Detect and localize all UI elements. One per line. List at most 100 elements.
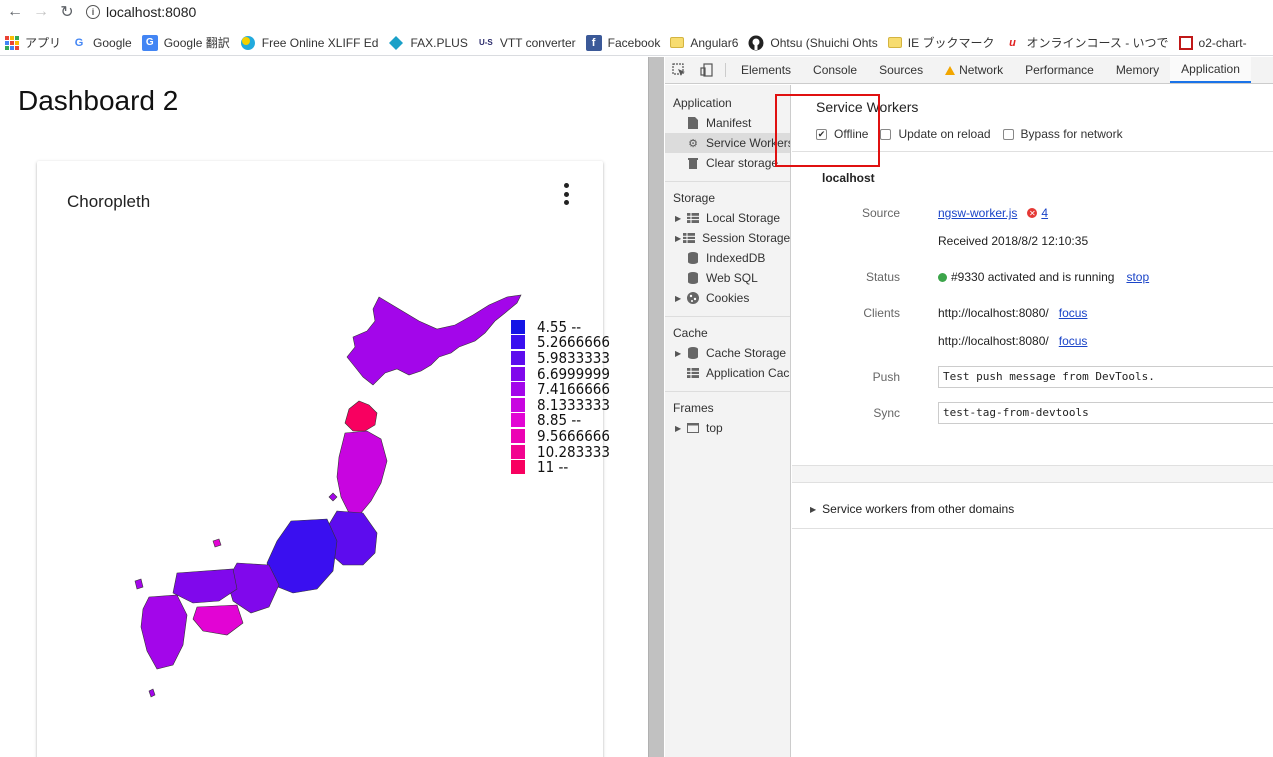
- error-icon: ✕: [1027, 208, 1038, 218]
- bookmark-fax-plus[interactable]: FAX.PLUS: [383, 32, 472, 54]
- chart-card: Choropleth 4.55 -- 5.2666666 5.9833333 6…: [37, 161, 610, 757]
- bookmark-label: アプリ: [25, 36, 62, 50]
- sidebar-item-manifest[interactable]: Manifest: [665, 113, 790, 133]
- region-okinawa: [148, 688, 156, 698]
- bookmarks-bar: アプリ G Google G Google 翻訳 Free Online XLI…: [0, 30, 1273, 56]
- sidebar-item-application-cache[interactable]: Application Cac: [665, 363, 790, 383]
- expand-triangle-icon[interactable]: ▶: [675, 294, 685, 303]
- sidebar-item-cache-storage[interactable]: ▶ Cache Storage: [665, 343, 790, 363]
- region-island: [328, 492, 338, 502]
- info-icon[interactable]: i: [86, 5, 100, 19]
- stop-link[interactable]: stop: [1126, 270, 1149, 284]
- expand-triangle-icon[interactable]: ▶: [675, 214, 685, 223]
- sidebar-item-label: Web SQL: [706, 271, 758, 285]
- forward-arrow-icon[interactable]: →: [30, 1, 52, 23]
- bookmark-label: VTT converter: [499, 35, 576, 50]
- client-url: http://localhost:8080/: [938, 306, 1049, 320]
- legend-item: 6.6999999: [511, 365, 610, 383]
- expand-triangle-icon[interactable]: ▶: [675, 349, 685, 358]
- sidebar-item-indexeddb[interactable]: IndexedDB: [665, 248, 790, 268]
- bookmark-facebook[interactable]: f Facebook: [581, 32, 666, 54]
- status-value: #9330 activated and is running stop: [938, 270, 1149, 284]
- device-toolbar-icon[interactable]: [693, 57, 721, 83]
- sidebar-item-cookies[interactable]: ▶ Cookies: [665, 288, 790, 308]
- bookmark-udemy[interactable]: u オンラインコース - いつで: [999, 32, 1173, 54]
- region-tohoku: [336, 430, 388, 514]
- sidebar-item-local-storage[interactable]: ▶ Local Storage: [665, 208, 790, 228]
- bookmark-google-translate[interactable]: G Google 翻訳: [137, 32, 235, 54]
- push-input[interactable]: Test push message from DevTools.: [938, 366, 1273, 388]
- bookmark-xliff[interactable]: Free Online XLIFF Ed: [235, 32, 384, 54]
- section-divider: [792, 465, 1273, 483]
- update-on-reload-checkbox[interactable]: Update on reload: [880, 127, 991, 141]
- bookmark-o2-chart[interactable]: o2-chart-: [1174, 32, 1252, 54]
- sidebar-section-cache: Cache: [673, 326, 708, 340]
- tab-console[interactable]: Console: [802, 57, 868, 83]
- legend-swatch: [511, 413, 525, 428]
- panel-splitter[interactable]: [648, 57, 664, 757]
- bookmark-apps[interactable]: アプリ: [0, 32, 66, 54]
- tab-application[interactable]: Application: [1170, 57, 1251, 83]
- tab-performance[interactable]: Performance: [1014, 57, 1105, 83]
- checkbox-icon[interactable]: [1002, 128, 1014, 140]
- url-text[interactable]: localhost:8080: [106, 4, 196, 20]
- udemy-icon: u: [1009, 36, 1016, 49]
- legend-swatch: [511, 428, 525, 443]
- sidebar-section-frames: Frames: [673, 401, 714, 415]
- expand-triangle-icon[interactable]: ▶: [675, 234, 681, 243]
- sidebar-item-top-frame[interactable]: ▶ top: [665, 418, 790, 438]
- bookmark-label: o2-chart-: [1198, 35, 1247, 50]
- checkbox-icon[interactable]: [880, 128, 892, 140]
- divider: [792, 528, 1273, 529]
- bookmark-label: Google: [93, 35, 132, 50]
- sidebar-item-label: Local Storage: [706, 211, 781, 225]
- bookmark-github[interactable]: Ohtsu (Shuichi Ohts: [743, 32, 882, 54]
- table-grid-icon: [687, 367, 699, 379]
- focus-link[interactable]: focus: [1059, 334, 1088, 348]
- update-on-reload-label: Update on reload: [898, 127, 991, 141]
- legend-item: 4.55 --: [511, 318, 610, 336]
- sidebar-item-session-storage[interactable]: ▶ Session Storage: [665, 228, 790, 248]
- bookmark-ie[interactable]: IE ブックマーク: [883, 32, 1000, 54]
- tab-sources[interactable]: Sources: [868, 57, 934, 83]
- reload-icon[interactable]: ↻: [56, 1, 78, 23]
- devtools-panel: Elements Console Sources Network Perform…: [665, 57, 1273, 757]
- other-domains-toggle[interactable]: ▶ Service workers from other domains: [810, 502, 1014, 516]
- table-grid-icon: [687, 212, 699, 224]
- tab-memory[interactable]: Memory: [1105, 57, 1170, 83]
- sidebar-item-label: Manifest: [706, 116, 752, 130]
- legend-swatch: [511, 319, 525, 334]
- focus-link[interactable]: focus: [1059, 306, 1088, 320]
- bypass-for-network-checkbox[interactable]: Bypass for network: [1002, 127, 1123, 141]
- bookmark-vtt-converter[interactable]: U-S VTT converter: [473, 32, 581, 54]
- sidebar-section-storage: Storage: [673, 191, 716, 205]
- expand-triangle-icon[interactable]: ▶: [675, 424, 685, 433]
- expand-triangle-icon[interactable]: ▶: [810, 505, 816, 514]
- gear-icon: ⚙: [688, 137, 698, 150]
- database-icon: [687, 272, 699, 284]
- inspect-element-icon[interactable]: [665, 57, 693, 83]
- sidebar-item-service-workers[interactable]: ⚙ Service Workers: [665, 133, 790, 153]
- status-running-icon: [938, 272, 947, 282]
- legend-item: 9.5666666: [511, 427, 610, 445]
- table-grid-icon: [683, 232, 696, 244]
- database-icon: [687, 347, 699, 359]
- sidebar-item-web-sql[interactable]: Web SQL: [665, 268, 790, 288]
- tab-network[interactable]: Network: [934, 57, 1014, 83]
- legend-swatch: [511, 366, 525, 381]
- bookmark-label: Ohtsu (Shuichi Ohts: [770, 35, 878, 50]
- error-count-link[interactable]: 4: [1041, 206, 1048, 220]
- warning-icon: [945, 65, 956, 75]
- bookmark-angular6[interactable]: Angular6: [665, 32, 743, 54]
- tab-network-label: Network: [959, 63, 1004, 77]
- url-field[interactable]: i localhost:8080: [86, 1, 196, 23]
- source-file-link[interactable]: ngsw-worker.js: [938, 206, 1017, 220]
- sidebar-item-clear-storage[interactable]: Clear storage: [665, 153, 790, 173]
- legend-item: 5.9833333: [511, 349, 610, 367]
- sync-input[interactable]: test-tag-from-devtools: [938, 402, 1273, 424]
- back-arrow-icon[interactable]: ←: [4, 1, 26, 23]
- bookmark-google[interactable]: G Google: [66, 32, 137, 54]
- region-island: [134, 578, 144, 590]
- tab-elements[interactable]: Elements: [730, 57, 802, 83]
- devtools-tabbar: Elements Console Sources Network Perform…: [665, 57, 1273, 84]
